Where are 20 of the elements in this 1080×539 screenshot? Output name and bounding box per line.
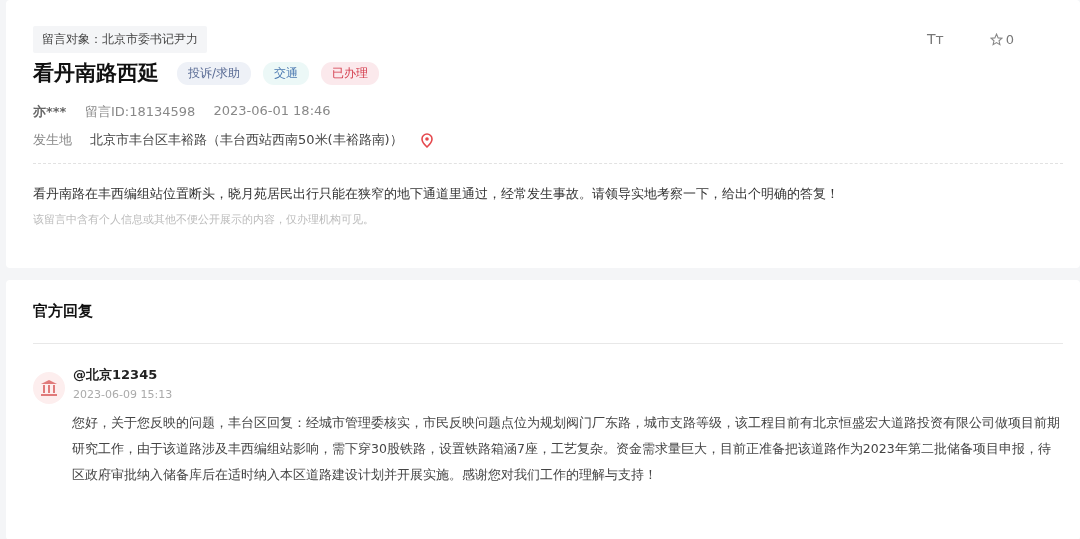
recipient-label: 留言对象：北京市委书记尹力 — [33, 26, 207, 53]
tag: 已办理 — [321, 61, 380, 85]
location-pin-icon[interactable] — [420, 132, 433, 148]
reply-time: 2023-06-09 15:13 — [73, 388, 173, 401]
replier-name: @北京12345 — [73, 366, 159, 384]
star-icon[interactable] — [989, 32, 1003, 46]
reply-text: 您好，关于您反映的问题，丰台区回复：经城市管理委核实，市民反映问题点位为规划阀门厂东路，城市支路等级，该工程目前有北京恒盛宏大道路投资有限公司做项目前期研究工作，由于该道路涉及丰西编组站影响，需下穿30股铁路，设置铁路箱涵7座，工艺复杂。资金需求量巨大，目前正准备把该道路作为2023年第二批储备项目申报，待区政府审批纳入储备库后在适时纳入本区道路建设计划并开展实施。感谢您对我们工作的理解与支持！ — [72, 414, 1061, 484]
author-name: 亦*** — [33, 103, 67, 121]
message-body: 看丹南路在丰西编组站位置断头，晓月苑居民出行只能在狭窄的地下通道里通过，经常发生事故。请领导实地考察一下，给出个明确的答复！ — [33, 186, 840, 203]
section-heading: 官方回复 — [33, 302, 94, 321]
font-size-button[interactable]: Tт — [927, 31, 944, 47]
message-title: 看丹南路西延 — [33, 60, 159, 87]
message-id: 留言ID:18134598 — [85, 103, 196, 121]
government-building-icon — [33, 372, 65, 404]
location-text: 北京市丰台区丰裕路（丰台西站西南50米(丰裕路南)） — [90, 131, 403, 149]
message-time: 2023-06-01 18:46 — [213, 103, 331, 120]
tag: 交通 — [263, 61, 310, 85]
favorite-count: 0 — [1005, 31, 1014, 47]
location-label: 发生地 — [33, 131, 72, 149]
tag: 投诉/求助 — [177, 61, 252, 85]
